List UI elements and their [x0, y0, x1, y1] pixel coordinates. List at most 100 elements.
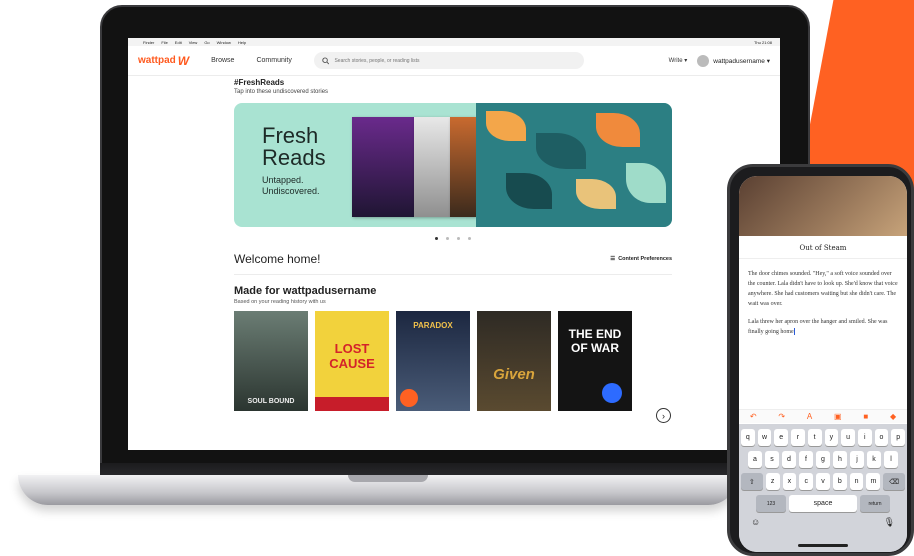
- key-r[interactable]: r: [791, 429, 805, 446]
- write-dropdown[interactable]: Write ▾: [669, 57, 688, 64]
- key-x[interactable]: x: [782, 473, 797, 490]
- menu-edit[interactable]: Edit: [175, 40, 182, 45]
- laptop-screen: Finder File Edit View Go Window Help Thu…: [128, 38, 780, 450]
- key-q[interactable]: q: [740, 429, 755, 446]
- story-editor[interactable]: The door chimes sounded. "Hey," a soft v…: [739, 259, 907, 355]
- search-input[interactable]: [334, 57, 576, 64]
- avatar: [697, 54, 710, 67]
- shield-icon[interactable]: ◆: [890, 412, 896, 421]
- laptop-base: [18, 475, 738, 505]
- key-y[interactable]: y: [824, 429, 839, 446]
- emoji-icon[interactable]: ☺: [751, 517, 760, 528]
- cover-title: PARADOX: [413, 321, 453, 330]
- menu-help[interactable]: Help: [238, 40, 246, 45]
- image-icon[interactable]: ▣: [834, 412, 842, 421]
- carousel-dot-4[interactable]: [468, 237, 471, 240]
- key-t[interactable]: t: [807, 429, 822, 446]
- laptop-notch: [348, 475, 428, 482]
- key-s[interactable]: s: [765, 451, 779, 468]
- key-e[interactable]: e: [774, 429, 789, 446]
- cover-title: Given: [493, 366, 535, 383]
- nav-community[interactable]: Community: [256, 57, 291, 64]
- menubar-status: Thu 21:08: [754, 40, 772, 45]
- cover-given[interactable]: Given: [477, 311, 551, 411]
- backspace-icon[interactable]: ⌫: [883, 473, 905, 490]
- search-bar[interactable]: [313, 52, 584, 69]
- cover-title: THE END OF WAR: [568, 327, 622, 355]
- keyboard-row-1: q w e r t y u i o p: [740, 429, 906, 446]
- menubar-clock: Thu 21:08: [753, 39, 772, 45]
- fresh-reads-banner[interactable]: Fresh Reads Untapped. Undiscovered.: [234, 103, 672, 227]
- banner-book-2[interactable]: [414, 117, 450, 217]
- content-preferences-button[interactable]: ☰ Content Preferences: [610, 256, 672, 262]
- cover-title: SOUL BOUND: [247, 398, 295, 405]
- keyboard-row-4: 123 space return: [741, 495, 905, 512]
- nav-browse[interactable]: Browse: [211, 57, 234, 64]
- editor-toolbar: ↶ ↷ A ▣ ■ ◆: [739, 409, 907, 423]
- menu-view[interactable]: View: [189, 40, 198, 45]
- key-z[interactable]: z: [765, 473, 780, 490]
- user-menu[interactable]: wattpadusername ▾: [697, 54, 770, 67]
- redo-icon[interactable]: ↷: [778, 412, 785, 421]
- banner-book-3[interactable]: [450, 117, 476, 217]
- username: wattpadusername ▾: [713, 57, 770, 65]
- text-format-icon[interactable]: A: [807, 412, 812, 421]
- key-w[interactable]: w: [757, 429, 772, 446]
- undo-icon[interactable]: ↶: [750, 412, 757, 421]
- cover-title: LOST CAUSE: [329, 341, 375, 371]
- video-icon[interactable]: ■: [863, 412, 868, 421]
- key-a[interactable]: a: [748, 451, 762, 468]
- welcome-heading: Welcome home!: [234, 252, 321, 266]
- key-return[interactable]: return: [860, 495, 890, 512]
- carousel-dot-3[interactable]: [457, 237, 460, 240]
- key-i[interactable]: i: [857, 429, 872, 446]
- key-p[interactable]: p: [891, 429, 906, 446]
- key-d[interactable]: d: [782, 451, 796, 468]
- key-h[interactable]: h: [833, 451, 847, 468]
- made-for-title: Made for wattpadusername: [234, 285, 377, 297]
- key-space[interactable]: space: [789, 495, 857, 512]
- banner-line-1: Fresh: [262, 123, 319, 148]
- key-c[interactable]: c: [799, 473, 814, 490]
- menu-go[interactable]: Go: [204, 40, 209, 45]
- menu-finder[interactable]: Finder: [143, 40, 154, 45]
- story-paragraph-2: Lala threw her apron over the hanger and…: [748, 317, 898, 337]
- menu-window[interactable]: Window: [217, 40, 231, 45]
- story-header-image: [739, 176, 907, 236]
- banner-book-1[interactable]: [352, 117, 414, 217]
- banner-tagline: Untapped. Undiscovered.: [262, 175, 320, 197]
- key-j[interactable]: j: [850, 451, 864, 468]
- key-v[interactable]: v: [816, 473, 830, 490]
- key-o[interactable]: o: [874, 429, 889, 446]
- shift-icon[interactable]: ⇧: [741, 473, 763, 490]
- key-n[interactable]: n: [849, 473, 864, 490]
- carousel-dot-2[interactable]: [446, 237, 449, 240]
- microphone-icon[interactable]: 🎙: [884, 517, 895, 528]
- cover-the-end-of-war[interactable]: THE END OF WAR: [558, 311, 632, 411]
- cover-paradox[interactable]: PARADOX: [396, 311, 470, 411]
- sliders-icon: ☰: [610, 256, 616, 262]
- carousel-dot-1[interactable]: [435, 237, 438, 240]
- key-m[interactable]: m: [866, 473, 881, 490]
- story-title: Out of Steam: [739, 236, 907, 259]
- wattpad-logo[interactable]: wattpad W: [138, 54, 189, 68]
- key-g[interactable]: g: [816, 451, 830, 468]
- cover-lost-cause[interactable]: LOST CAUSE: [315, 311, 389, 411]
- keyboard-row-5: ☺ 🎙: [741, 517, 905, 528]
- welcome-row: Welcome home! ☰ Content Preferences: [234, 252, 672, 275]
- key-123[interactable]: 123: [756, 495, 786, 512]
- cover-soul-bound[interactable]: SOUL BOUND: [234, 311, 308, 411]
- main-content: #FreshReads Tap into these undiscovered …: [234, 78, 672, 411]
- key-k[interactable]: k: [867, 451, 881, 468]
- key-l[interactable]: l: [884, 451, 898, 468]
- made-for-subtitle: Based on your reading history with us: [234, 299, 326, 305]
- key-u[interactable]: u: [841, 429, 855, 446]
- menu-file[interactable]: File: [161, 40, 167, 45]
- text-cursor: [793, 328, 795, 336]
- logo-text: wattpad: [138, 55, 176, 66]
- banner-tag-1: Untapped.: [262, 175, 304, 185]
- key-f[interactable]: f: [799, 451, 813, 468]
- next-arrow-icon[interactable]: ›: [656, 408, 671, 423]
- recommended-covers: SOUL BOUND LOST CAUSE PARADOX Given THE …: [234, 311, 672, 411]
- key-b[interactable]: b: [832, 473, 847, 490]
